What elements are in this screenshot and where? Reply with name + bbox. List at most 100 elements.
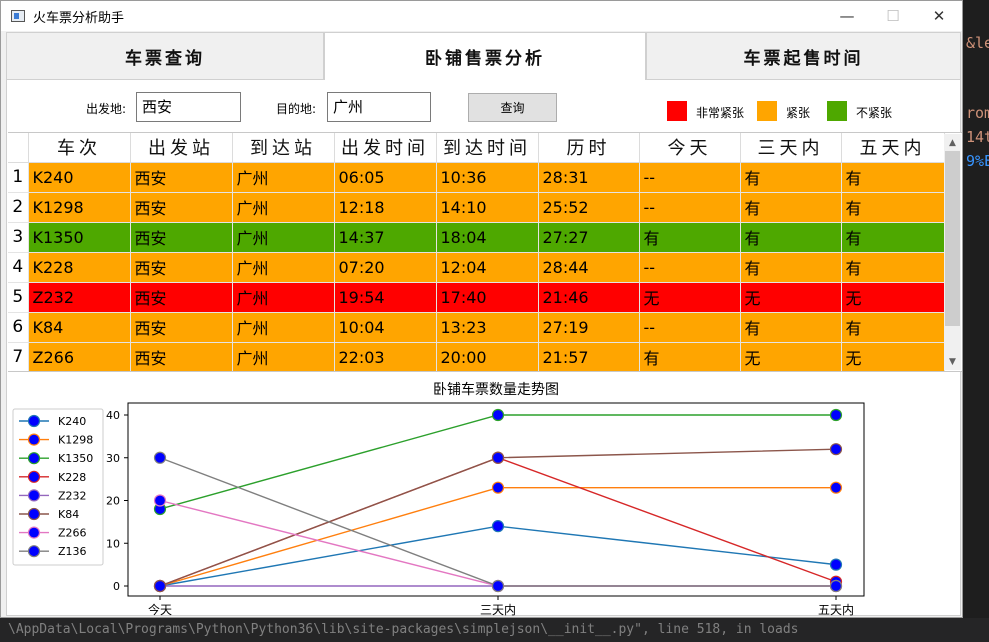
- table-cell[interactable]: 22:03: [334, 342, 437, 371]
- from-input[interactable]: 西安: [136, 92, 241, 122]
- table-cell[interactable]: 有: [841, 162, 945, 193]
- table-cell[interactable]: 17:40: [436, 282, 539, 313]
- table-cell[interactable]: 有: [639, 342, 741, 371]
- table-cell[interactable]: 有: [740, 252, 842, 283]
- table-cell[interactable]: 10:36: [436, 162, 539, 193]
- table-row[interactable]: 2 K1298 西安 广州 12:18 14:10 25:52 -- 有有: [8, 192, 945, 223]
- column-header[interactable]: 车次: [28, 133, 131, 163]
- background-code-fragment: &le: [966, 34, 989, 52]
- table-cell[interactable]: 无: [740, 282, 842, 313]
- table-cell[interactable]: 21:46: [538, 282, 640, 313]
- table-row[interactable]: 3 K1350 西安 广州 14:37 18:04 27:27 有有有: [8, 222, 945, 253]
- table-cell[interactable]: 有: [740, 192, 842, 223]
- scroll-up-arrow-icon[interactable]: ▲: [944, 134, 961, 151]
- table-cell[interactable]: 有: [740, 162, 842, 193]
- table-cell[interactable]: 有: [841, 192, 945, 223]
- table-cell[interactable]: K228: [28, 252, 131, 283]
- table-cell[interactable]: 13:23: [436, 312, 539, 343]
- table-cell[interactable]: 西安: [130, 192, 233, 223]
- table-row[interactable]: 6 K84 西安 广州 10:04 13:23 27:19 -- 有有: [8, 312, 945, 343]
- legend-marker: [27, 470, 41, 483]
- table-cell[interactable]: 无: [841, 342, 945, 371]
- table-row[interactable]: 7 Z266 西安 广州 22:03 20:00 21:57 有无无: [8, 342, 945, 371]
- table-cell[interactable]: 12:04: [436, 252, 539, 283]
- app-window: 火车票分析助手 — ☐ ✕ 车票查询 卧铺售票分析 车票起售时间 出发地: 西安…: [0, 0, 963, 618]
- table-cell[interactable]: 28:44: [538, 252, 640, 283]
- to-input[interactable]: 广州: [327, 92, 431, 122]
- table-cell[interactable]: 有: [740, 222, 842, 253]
- table-cell[interactable]: K84: [28, 312, 131, 343]
- column-header[interactable]: 到达站: [232, 133, 335, 163]
- table-cell[interactable]: K240: [28, 162, 131, 193]
- table-scrollbar[interactable]: ▲ ▼: [944, 134, 961, 370]
- minimize-button[interactable]: —: [824, 1, 870, 31]
- maximize-button[interactable]: ☐: [870, 1, 916, 31]
- table-cell[interactable]: 20:00: [436, 342, 539, 371]
- data-point: [491, 451, 505, 464]
- table-cell[interactable]: Z232: [28, 282, 131, 313]
- table-cell[interactable]: 27:19: [538, 312, 640, 343]
- table-cell[interactable]: 10:04: [334, 312, 437, 343]
- table-cell[interactable]: 有: [740, 312, 842, 343]
- table-cell[interactable]: 14:37: [334, 222, 437, 253]
- table-cell[interactable]: --: [639, 162, 741, 193]
- table-cell[interactable]: 西安: [130, 342, 233, 371]
- table-cell[interactable]: 广州: [232, 192, 335, 223]
- column-header[interactable]: 出发时间: [334, 133, 437, 163]
- table-row[interactable]: 5 Z232 西安 广州 19:54 17:40 21:46 无无无: [8, 282, 945, 313]
- table-cell[interactable]: 西安: [130, 222, 233, 253]
- tab-sale-start-time[interactable]: 车票起售时间: [646, 32, 961, 80]
- close-button[interactable]: ✕: [916, 1, 962, 31]
- table-cell[interactable]: 无: [639, 282, 741, 313]
- table-cell[interactable]: 西安: [130, 282, 233, 313]
- scroll-thumb[interactable]: [945, 151, 960, 326]
- column-header[interactable]: 出发站: [130, 133, 233, 163]
- table-cell[interactable]: --: [639, 192, 741, 223]
- table-cell[interactable]: 25:52: [538, 192, 640, 223]
- column-header[interactable]: 历时: [538, 133, 640, 163]
- table-cell[interactable]: 广州: [232, 342, 335, 371]
- table-cell[interactable]: --: [639, 252, 741, 283]
- table-cell[interactable]: 西安: [130, 252, 233, 283]
- table-cell[interactable]: 广州: [232, 222, 335, 253]
- table-cell[interactable]: Z266: [28, 342, 131, 371]
- table-cell[interactable]: 西安: [130, 162, 233, 193]
- table-cell[interactable]: 18:04: [436, 222, 539, 253]
- table-cell[interactable]: 广州: [232, 162, 335, 193]
- table-cell[interactable]: 27:27: [538, 222, 640, 253]
- table-cell[interactable]: 广州: [232, 282, 335, 313]
- table-cell[interactable]: 19:54: [334, 282, 437, 313]
- table-cell[interactable]: 28:31: [538, 162, 640, 193]
- table-cell[interactable]: 有: [841, 222, 945, 253]
- table-row[interactable]: 1 K240 西安 广州 06:05 10:36 28:31 -- 有有: [8, 162, 945, 193]
- query-button[interactable]: 查询: [468, 93, 557, 122]
- chart-title: 卧铺车票数量走势图: [433, 381, 559, 398]
- scroll-down-arrow-icon[interactable]: ▼: [944, 353, 961, 370]
- table-cell[interactable]: 西安: [130, 312, 233, 343]
- tab-ticket-query[interactable]: 车票查询: [6, 32, 324, 80]
- table-cell[interactable]: 无: [740, 342, 842, 371]
- legend-entry: K240: [58, 415, 86, 428]
- table-cell[interactable]: 有: [639, 222, 741, 253]
- table-cell[interactable]: 12:18: [334, 192, 437, 223]
- column-header[interactable]: 到达时间: [436, 133, 539, 163]
- column-header[interactable]: 五天内: [841, 133, 945, 163]
- table-cell[interactable]: 07:20: [334, 252, 437, 283]
- table-cell[interactable]: 无: [841, 282, 945, 313]
- table-cell[interactable]: 14:10: [436, 192, 539, 223]
- table-cell[interactable]: 广州: [232, 312, 335, 343]
- column-header[interactable]: 今天: [639, 133, 741, 163]
- column-header[interactable]: 三天内: [740, 133, 842, 163]
- table-row[interactable]: 4 K228 西安 广州 07:20 12:04 28:44 -- 有有: [8, 252, 945, 283]
- table-cell[interactable]: K1350: [28, 222, 131, 253]
- row-number: 5: [8, 282, 29, 313]
- table-cell[interactable]: 有: [841, 312, 945, 343]
- legend-entry: Z232: [58, 489, 87, 502]
- table-cell[interactable]: 有: [841, 252, 945, 283]
- tab-sleeper-analysis[interactable]: 卧铺售票分析: [324, 32, 646, 80]
- table-cell[interactable]: 06:05: [334, 162, 437, 193]
- table-cell[interactable]: 21:57: [538, 342, 640, 371]
- table-cell[interactable]: --: [639, 312, 741, 343]
- table-cell[interactable]: K1298: [28, 192, 131, 223]
- table-cell[interactable]: 广州: [232, 252, 335, 283]
